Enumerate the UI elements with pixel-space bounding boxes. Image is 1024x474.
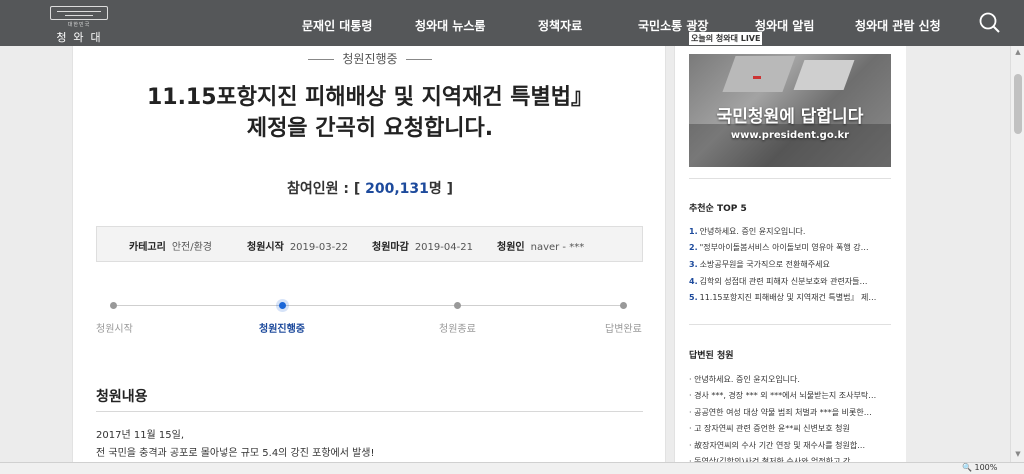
participants-number: 200,131: [365, 181, 429, 197]
answered-item-1[interactable]: · 안녕하세요. 증인 윤지오입니다.: [689, 374, 889, 385]
top5-heading: 추천순 TOP 5: [689, 204, 747, 214]
top-navigation-bar: 대한민국 청와대 문재인 대통령 청와대 뉴스룸 정책자료 국민소통 광장 청와…: [0, 0, 1024, 46]
sidebar-divider: [689, 324, 891, 325]
live-label: 오늘의 청와대 LIVE: [689, 32, 763, 45]
end-value: 2019-04-21: [414, 242, 473, 253]
logo-subtitle: 대한민국: [67, 22, 91, 28]
top5-item-2[interactable]: 2. "정부아이돌봄서비스 아이돌보미 영유아 폭행 강…: [689, 242, 889, 253]
blue-house-emblem-icon: [50, 6, 108, 20]
content-heading: 청원내용: [96, 389, 148, 405]
petition-status-label: 청원진행중: [73, 50, 667, 67]
top5-text: 김학의 성접대 관련 피해자 신분보호와 관련자들…: [699, 277, 868, 286]
petition-title-line2: 제정을 간곡히 요청합니다.: [246, 116, 494, 141]
participant-count: 참여인원 : [ 200,131명 ]: [73, 178, 667, 198]
search-icon[interactable]: [978, 11, 1002, 35]
content-line-2: 전 국민을 충격과 공포로 몰아넣은 규모 5.4의 강진 포항에서 발생!: [96, 448, 375, 459]
answered-item-5[interactable]: · 故장자연씨의 수사 기간 연장 및 재수사를 청원합…: [689, 440, 889, 451]
info-start: 청원시작 2019-03-22: [247, 238, 348, 253]
answered-item-2[interactable]: · 경사 ***, 경장 *** 외 ***에서 뇌물받는지 조사부탁…: [689, 390, 889, 401]
petition-main: 청원진행중 11.15포항지진 피해배상 및 지역재건 특별법』 제정을 간곡히…: [72, 46, 666, 474]
start-label: 청원시작: [247, 242, 284, 253]
browser-status-bar: 🔍 100%: [0, 462, 1024, 474]
top5-item-3[interactable]: 3. 소방공무원을 국가직으로 전환해주세요: [689, 259, 889, 270]
vertical-scrollbar[interactable]: ▲ ▼: [1010, 46, 1024, 462]
answered-item-3[interactable]: · 공공연한 여성 대상 약물 범죄 처벌과 ***을 비롯한…: [689, 407, 889, 418]
petition-answer-banner[interactable]: 국민청원에 답합니다 www.president.go.kr: [689, 54, 891, 167]
nav-tour-request[interactable]: 청와대 관람 신청: [855, 17, 941, 34]
top5-num: 4.: [689, 277, 698, 286]
step-dot-in-progress: [279, 302, 286, 309]
scroll-up-arrow-icon[interactable]: ▲: [1014, 48, 1022, 56]
banner-url: www.president.go.kr: [730, 130, 850, 141]
info-end: 청원마감 2019-04-21: [372, 238, 473, 253]
top5-num: 3.: [689, 260, 698, 269]
start-value: 2019-03-22: [289, 242, 348, 253]
participants-label: 참여인원 : [: [286, 181, 366, 197]
logo-name: 청와대: [56, 31, 108, 44]
cheongwadae-logo[interactable]: 대한민국 청와대: [46, 6, 112, 44]
sidebar-divider: [689, 178, 891, 179]
nav-newsroom[interactable]: 청와대 뉴스룸: [415, 17, 485, 34]
author-value: naver - ***: [530, 242, 585, 253]
category-value: 안전/환경: [171, 242, 212, 253]
top5-text: "정부아이돌봄서비스 아이돌보미 영유아 폭행 강…: [699, 243, 869, 252]
nav-president-moon[interactable]: 문재인 대통령: [302, 17, 372, 34]
step-label-closed: 청원종료: [439, 324, 476, 335]
zoom-level[interactable]: 🔍 100%: [962, 463, 997, 472]
scroll-down-arrow-icon[interactable]: ▼: [1014, 450, 1022, 458]
top5-num: 5.: [689, 293, 698, 302]
content-line-1: 2017년 11월 15일,: [96, 430, 185, 441]
dash-right: [405, 59, 432, 60]
petition-info-box: 카테고리 안전/환경 청원시작 2019-03-22 청원마감 2019-04-21 …: [96, 226, 643, 262]
progress-track: [113, 305, 625, 306]
top5-text: 11.15포항지진 피해배상 및 지역재건 특별법』 제…: [699, 293, 877, 302]
info-author: 청원인 naver - ***: [497, 238, 584, 253]
step-dot-closed: [454, 302, 461, 309]
answered-item-4[interactable]: · 고 장자연씨 관련 증언한 윤**씨 신변보호 청원: [689, 423, 889, 434]
top5-text: 안녕하세요. 증인 윤지오입니다.: [699, 227, 806, 236]
participants-suffix: 명 ]: [428, 181, 454, 197]
top5-num: 1.: [689, 227, 698, 236]
step-dot-answered: [620, 302, 627, 309]
end-label: 청원마감: [372, 242, 409, 253]
info-category: 카테고리 안전/환경: [129, 238, 212, 253]
top5-item-5[interactable]: 5. 11.15포항지진 피해배상 및 지역재건 특별법』 제…: [689, 292, 889, 303]
right-sidebar: 오늘의 청와대 LIVE 국민청원에 답합니다 www.president.go…: [674, 32, 906, 474]
content-divider: [96, 411, 643, 412]
dash-left: [308, 59, 335, 60]
nav-notice[interactable]: 청와대 알림: [755, 17, 814, 34]
banner-graphic: [753, 76, 761, 79]
top5-text: 소방공무원을 국가직으로 전환해주세요: [699, 260, 830, 269]
status-text: 청원진행중: [342, 52, 398, 66]
answered-heading: 답변된 청원: [689, 351, 734, 361]
petition-title: 11.15포항지진 피해배상 및 지역재건 특별법』 제정을 간곡히 요청합니다…: [73, 82, 667, 144]
banner-graphic: [722, 56, 796, 92]
category-label: 카테고리: [129, 242, 166, 253]
top5-num: 2.: [689, 243, 698, 252]
step-dot-start: [110, 302, 117, 309]
author-label: 청원인: [497, 242, 525, 253]
petition-title-line1: 11.15포항지진 피해배상 및 지역재건 특별법』: [146, 85, 594, 110]
top5-item-1[interactable]: 1. 안녕하세요. 증인 윤지오입니다.: [689, 226, 889, 237]
step-label-start: 청원시작: [96, 324, 133, 335]
banner-graphic: [793, 60, 855, 90]
nav-policy[interactable]: 정책자료: [538, 17, 582, 34]
step-label-answered: 답변완료: [605, 324, 642, 335]
scroll-thumb[interactable]: [1014, 74, 1022, 134]
banner-headline: 국민청원에 답합니다: [716, 107, 864, 127]
top5-item-4[interactable]: 4. 김학의 성접대 관련 피해자 신분보호와 관련자들…: [689, 276, 889, 287]
step-label-in-progress: 청원진행중: [259, 324, 305, 335]
